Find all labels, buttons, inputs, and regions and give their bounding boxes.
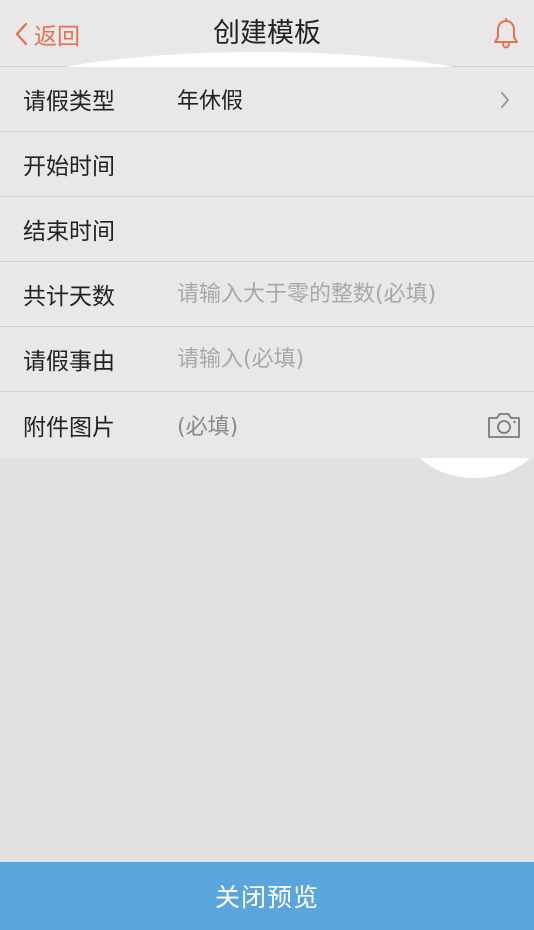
attachment-required-hint: (必填) [177, 415, 239, 440]
row-total-days[interactable]: 共计天数 [0, 262, 534, 327]
close-preview-button[interactable]: 关闭预览 [0, 862, 534, 930]
page-title: 创建模板 [213, 18, 321, 49]
end-time-label: 结束时间 [23, 219, 115, 245]
row-reason[interactable]: 请假事由 [0, 327, 534, 392]
camera-icon [488, 413, 520, 438]
leave-type-label: 请假类型 [23, 89, 115, 115]
reason-label: 请假事由 [23, 349, 115, 375]
start-time-label: 开始时间 [23, 154, 115, 180]
camera-button[interactable] [486, 410, 522, 440]
chevron-right-icon [501, 92, 509, 108]
reason-input[interactable] [177, 339, 477, 379]
leave-form: 请假类型 年休假 开始时间 结束时间 共计天数 请假事由 附件图片 (必填) [0, 67, 534, 458]
row-attachment[interactable]: 附件图片 (必填) [0, 392, 534, 458]
total-days-label: 共计天数 [23, 284, 115, 310]
row-start-time[interactable]: 开始时间 [0, 132, 534, 197]
nav-bar: 返回 创建模板 [0, 0, 534, 67]
notification-button[interactable] [492, 17, 520, 50]
row-leave-type[interactable]: 请假类型 年休假 [0, 67, 534, 132]
total-days-input[interactable] [177, 274, 477, 314]
bell-icon [494, 17, 518, 49]
row-end-time[interactable]: 结束时间 [0, 197, 534, 262]
attachment-label: 附件图片 [23, 415, 115, 441]
leave-type-value: 年休假 [177, 89, 244, 114]
